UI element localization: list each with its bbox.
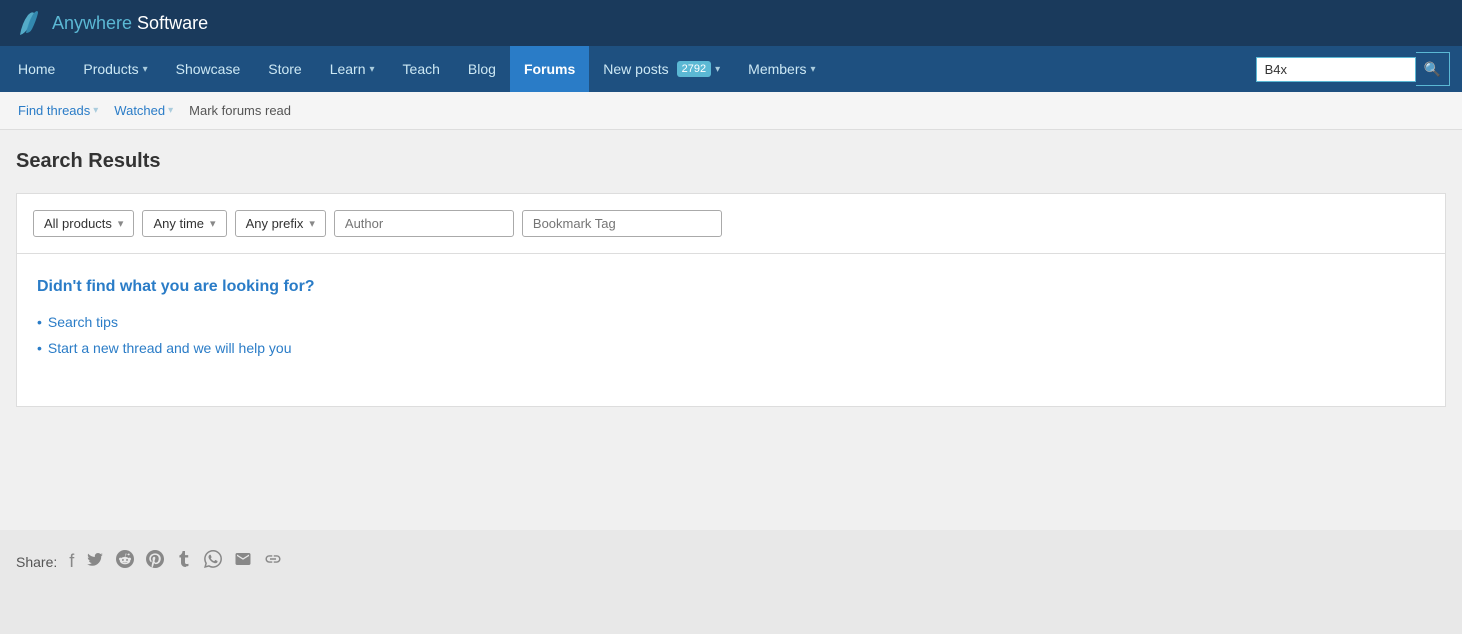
find-threads-link[interactable]: Find threads ▾ [12, 99, 104, 122]
sub-nav: Find threads ▾ Watched ▾ Mark forums rea… [0, 92, 1462, 130]
results-area: Didn't find what you are looking for? Se… [16, 254, 1446, 407]
learn-chevron-icon: ▾ [370, 64, 375, 75]
nav-forums[interactable]: Forums [510, 46, 589, 92]
no-results-heading: Didn't find what you are looking for? [37, 278, 1425, 296]
search-filters: All products ▾ Any time ▾ Any prefix ▾ [16, 193, 1446, 254]
brand-name: Anywhere Software [52, 13, 208, 34]
watched-chevron-icon: ▾ [168, 105, 173, 116]
nav-showcase[interactable]: Showcase [162, 46, 255, 92]
bookmark-tag-input[interactable] [522, 210, 722, 237]
watched-link[interactable]: Watched ▾ [108, 99, 179, 122]
mark-forums-read-link[interactable]: Mark forums read [183, 99, 297, 122]
share-pinterest-icon[interactable] [146, 550, 164, 573]
nav-bar: Home Products ▾ Showcase Store Learn ▾ T… [0, 46, 1462, 92]
nav-new-posts[interactable]: New posts 2792 ▾ [589, 46, 734, 92]
list-item: Search tips [37, 314, 1425, 330]
products-chevron-icon: ▾ [143, 64, 148, 75]
share-label: Share: [16, 554, 57, 570]
share-bar: Share: f [0, 530, 1462, 593]
author-input[interactable] [334, 210, 514, 237]
main-content: Search Results All products ▾ Any time ▾… [0, 130, 1462, 530]
nav-members[interactable]: Members ▾ [734, 46, 829, 92]
search-button[interactable]: 🔍 [1416, 52, 1450, 86]
logo-icon [12, 7, 44, 39]
top-header: Anywhere Software [0, 0, 1462, 46]
nav-learn[interactable]: Learn ▾ [316, 46, 389, 92]
nav-spacer [830, 46, 1248, 92]
prefix-filter[interactable]: Any prefix ▾ [235, 210, 326, 237]
logo-area[interactable]: Anywhere Software [12, 7, 208, 39]
nav-home[interactable]: Home [4, 46, 69, 92]
time-filter-chevron-icon: ▾ [210, 217, 216, 230]
list-item: Start a new thread and we will help you [37, 340, 1425, 356]
nav-products[interactable]: Products ▾ [69, 46, 161, 92]
nav-blog[interactable]: Blog [454, 46, 510, 92]
new-posts-badge: 2792 [677, 61, 711, 77]
share-email-icon[interactable] [234, 550, 252, 573]
search-wrapper: 🔍 [1256, 52, 1450, 86]
new-posts-chevron-icon: ▾ [715, 64, 720, 75]
time-filter[interactable]: Any time ▾ [142, 210, 226, 237]
members-chevron-icon: ▾ [811, 64, 816, 75]
no-results-list: Search tips Start a new thread and we wi… [37, 314, 1425, 356]
prefix-filter-chevron-icon: ▾ [309, 217, 315, 230]
find-threads-chevron-icon: ▾ [93, 105, 98, 116]
share-twitter-icon[interactable] [86, 550, 104, 573]
products-filter[interactable]: All products ▾ [33, 210, 134, 237]
products-filter-chevron-icon: ▾ [118, 217, 124, 230]
share-tumblr-icon[interactable] [176, 550, 192, 573]
share-facebook-icon[interactable]: f [69, 551, 74, 572]
search-tips-link[interactable]: Search tips [48, 314, 118, 330]
page-title: Search Results [16, 150, 1446, 173]
new-thread-link[interactable]: Start a new thread and we will help you [48, 340, 292, 356]
share-link-icon[interactable] [264, 550, 282, 573]
nav-store[interactable]: Store [254, 46, 315, 92]
share-whatsapp-icon[interactable] [204, 550, 222, 573]
share-reddit-icon[interactable] [116, 550, 134, 573]
search-input[interactable] [1256, 57, 1416, 82]
nav-teach[interactable]: Teach [389, 46, 454, 92]
